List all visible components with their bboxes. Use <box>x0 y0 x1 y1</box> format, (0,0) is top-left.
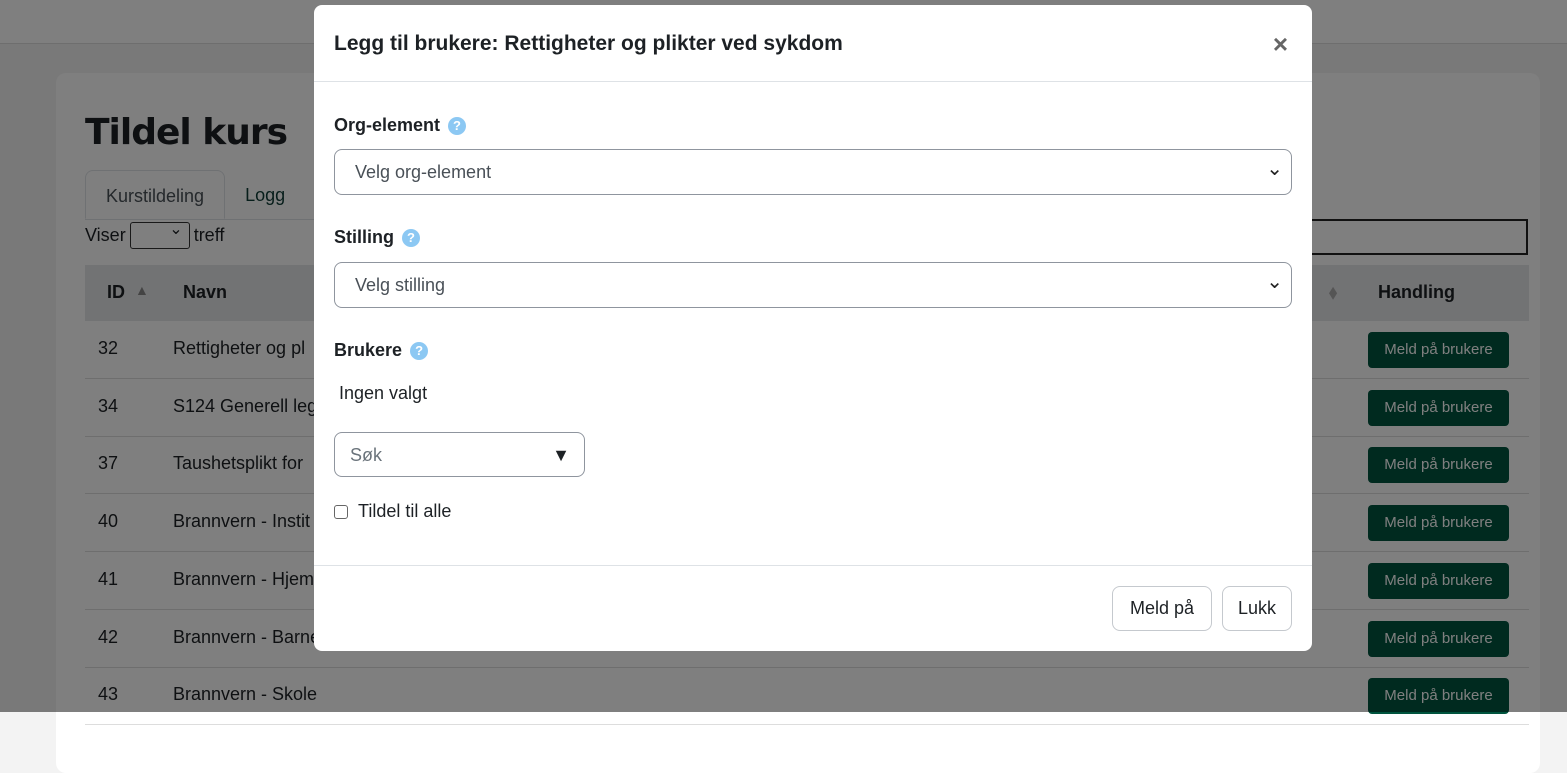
selected-users: Ingen valgt <box>339 383 428 403</box>
assign-all-label: Tildel til alle <box>358 501 452 521</box>
org-label-text: Org-element <box>334 115 441 135</box>
close-button[interactable]: Lukk <box>1222 586 1292 631</box>
checkbox[interactable] <box>334 504 348 519</box>
stilling-label-text: Stilling <box>334 227 394 247</box>
caret-down-icon: ▼ <box>552 445 570 465</box>
brukere-label-text: Brukere <box>334 340 403 360</box>
org-label: Org-element? <box>334 115 467 136</box>
submit-button[interactable]: Meld på <box>1112 586 1212 631</box>
modal-footer-divider <box>314 565 1312 566</box>
user-search-select[interactable]: Søk ▼ <box>334 432 585 477</box>
help-icon[interactable]: ? <box>410 341 429 360</box>
stilling-label: Stilling? <box>334 227 420 248</box>
search-placeholder: Søk <box>350 445 383 465</box>
close-icon[interactable]: × <box>1273 29 1288 60</box>
modal-title: Legg til brukere: Rettigheter og plikter… <box>334 32 843 55</box>
org-select[interactable]: Velg org-element <box>334 149 1292 195</box>
help-icon[interactable]: ? <box>402 228 420 247</box>
brukere-label: Brukere? <box>334 340 429 361</box>
modal-header: Legg til brukere: Rettigheter og plikter… <box>314 5 1312 82</box>
add-users-modal: Legg til brukere: Rettigheter og plikter… <box>314 5 1312 651</box>
help-icon[interactable]: ? <box>448 116 467 135</box>
stilling-select[interactable]: Velg stilling <box>334 262 1292 308</box>
assign-all-checkbox[interactable]: Tildel til alle <box>334 501 451 522</box>
